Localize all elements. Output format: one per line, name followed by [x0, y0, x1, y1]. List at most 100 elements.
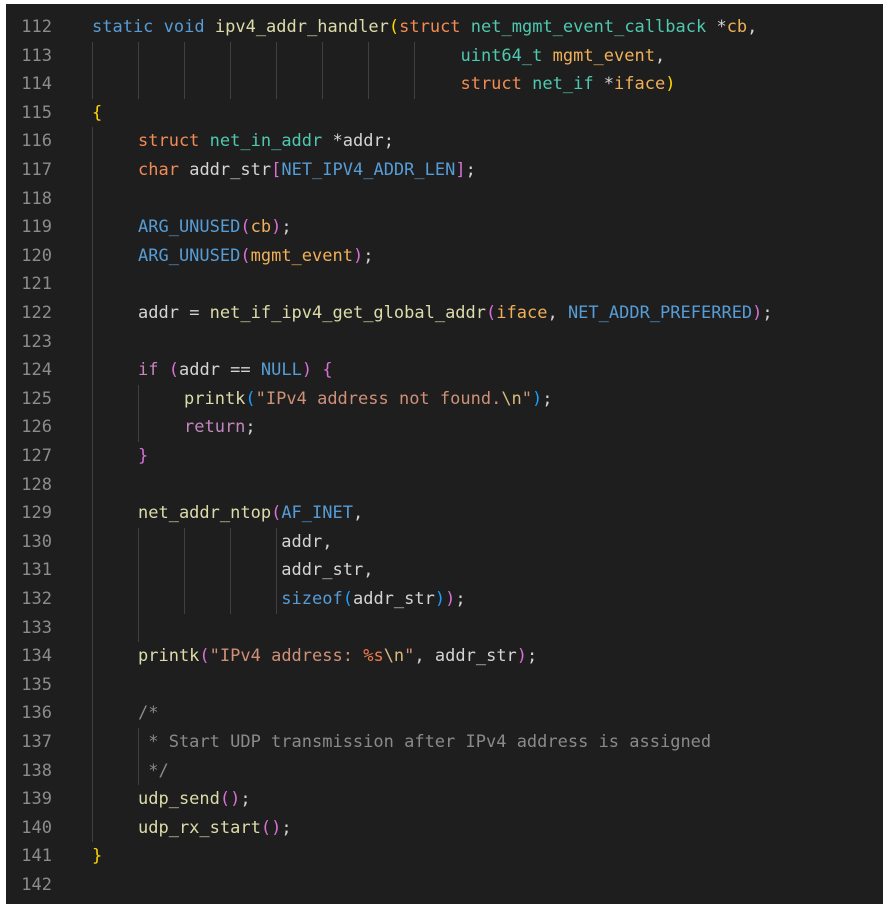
code-line[interactable]: 126 return; — [6, 413, 883, 442]
code-token: ( — [388, 17, 400, 37]
code-token: ; — [240, 789, 251, 810]
line-number: 131 — [21, 560, 52, 581]
code-line[interactable]: 132 sizeof(addr_str)); — [6, 585, 883, 614]
code-token: */ — [138, 760, 169, 781]
code-line[interactable]: 112 static void ipv4_addr_handler(struct … — [6, 13, 883, 42]
code-line[interactable]: 140 udp_rx_start(); — [6, 814, 883, 843]
line-number: 128 — [21, 474, 52, 495]
code-token: ; — [542, 388, 553, 409]
line-number: 117 — [21, 160, 52, 180]
code-line[interactable]: 136 /* — [6, 699, 883, 728]
code-line[interactable]: 117 char addr_str[NET_IPV4_ADDR_LEN]; — [6, 156, 883, 185]
code-line[interactable]: 124 if (addr == NULL) { — [6, 356, 883, 385]
code-line[interactable]: 118 — [6, 185, 883, 214]
code-line[interactable]: 129 net_addr_ntop(AF_INET, — [6, 499, 883, 528]
code-text: * Start UDP transmission after IPv4 addr… — [138, 728, 711, 757]
code-line[interactable]: 135 — [6, 671, 883, 700]
code-token: ) — [516, 646, 528, 667]
code-token: () — [219, 789, 241, 810]
code-token: NET_ADDR_PREFERRED — [567, 303, 753, 323]
code-token: "IPv4 address not found. — [255, 388, 502, 409]
code-token: mgmt_event — [250, 245, 353, 266]
code-token: () — [260, 817, 282, 838]
line-number: 129 — [21, 503, 52, 524]
code-token: ; — [245, 417, 256, 438]
code-line[interactable]: 128 — [6, 471, 883, 500]
code-token: ARG_UNUSED — [138, 245, 241, 266]
code-token: { — [92, 102, 103, 123]
line-number: 133 — [21, 617, 52, 638]
code-token: sizeof — [281, 589, 343, 609]
code-editor[interactable]: 112 static void ipv4_addr_handler(struct … — [6, 4, 883, 904]
code-text: addr_str, — [138, 556, 373, 585]
code-token: ( — [245, 388, 256, 409]
code-token: addr_str — [281, 560, 364, 581]
code-token: ( — [240, 217, 251, 238]
code-token: " — [404, 646, 415, 667]
code-token: ) — [752, 303, 763, 323]
code-line[interactable]: 133 — [6, 614, 883, 643]
code-line[interactable]: 119 ARG_UNUSED(cb); — [6, 213, 883, 242]
code-token: addr — [281, 531, 323, 552]
code-token: [ — [271, 160, 282, 180]
code-token: addr_str — [434, 646, 517, 667]
code-text: ARG_UNUSED(cb); — [138, 213, 292, 242]
code-text: udp_rx_start(); — [138, 814, 292, 843]
code-text: } — [92, 842, 102, 871]
code-line[interactable]: 134 printk("IPv4 address: %s\n", addr_str… — [6, 642, 883, 671]
code-line[interactable]: 138 */ — [6, 757, 883, 786]
code-token: \n — [383, 646, 405, 667]
code-line[interactable]: 125 printk("IPv4 address not found.\n"); — [6, 385, 883, 414]
line-number: 121 — [21, 274, 52, 295]
line-number: 118 — [21, 188, 52, 209]
code-line[interactable]: 116 struct net_in_addr *addr; — [6, 127, 883, 156]
code-token: ; — [281, 217, 292, 238]
code-token: addr — [138, 303, 179, 323]
code-line[interactable]: 139 udp_send(); — [6, 785, 883, 814]
code-token: struct — [399, 17, 461, 37]
code-token: { — [322, 360, 333, 381]
code-text: printk("IPv4 address: %s\n", addr_str); — [138, 642, 537, 671]
line-number: 124 — [21, 360, 52, 381]
code-line[interactable]: 142 — [6, 871, 883, 900]
code-token: ; — [762, 303, 773, 323]
code-line[interactable]: 141} — [6, 842, 883, 871]
code-line[interactable]: 122 addr = net_if_ipv4_get_global_addr(if… — [6, 299, 883, 328]
code-line[interactable]: 121 — [6, 270, 883, 299]
code-line[interactable]: 137 * Start UDP transmission after IPv4 … — [6, 728, 883, 757]
code-line[interactable]: 120 ARG_UNUSED(mgmt_event); — [6, 242, 883, 271]
code-token: void — [163, 17, 205, 37]
code-line[interactable]: 114 struct net_if *iface) — [6, 70, 883, 99]
code-line[interactable]: 123 — [6, 328, 883, 357]
code-line[interactable]: 130 addr, — [6, 528, 883, 557]
code-token: , — [747, 17, 758, 37]
code-token: addr — [342, 131, 384, 152]
code-token: ipv4_addr_handler — [214, 17, 389, 37]
line-number: 135 — [21, 674, 52, 695]
code-line[interactable]: 127} — [6, 442, 883, 471]
code-line[interactable]: 131 addr_str, — [6, 556, 883, 585]
code-token: ; — [527, 646, 538, 667]
code-token: , — [352, 503, 364, 524]
code-token: iface — [614, 74, 666, 95]
line-number: 136 — [21, 703, 52, 724]
code-text: char addr_str[NET_IPV4_ADDR_LEN]; — [138, 156, 476, 185]
code-token: ( — [486, 303, 497, 323]
code-token: ) — [301, 360, 313, 381]
line-number: 141 — [21, 846, 52, 867]
code-token: mgmt_event — [552, 45, 655, 66]
code-token: " — [521, 388, 533, 409]
line-number: 113 — [21, 45, 52, 66]
code-line[interactable]: 113 uint64_t mgmt_event, — [6, 42, 883, 71]
code-token: ) — [665, 74, 676, 95]
line-number: 140 — [21, 817, 52, 838]
code-token: net_mgmt_event_callback — [470, 17, 707, 37]
code-token: printk — [184, 388, 246, 409]
code-line[interactable]: 115 { — [6, 99, 883, 128]
